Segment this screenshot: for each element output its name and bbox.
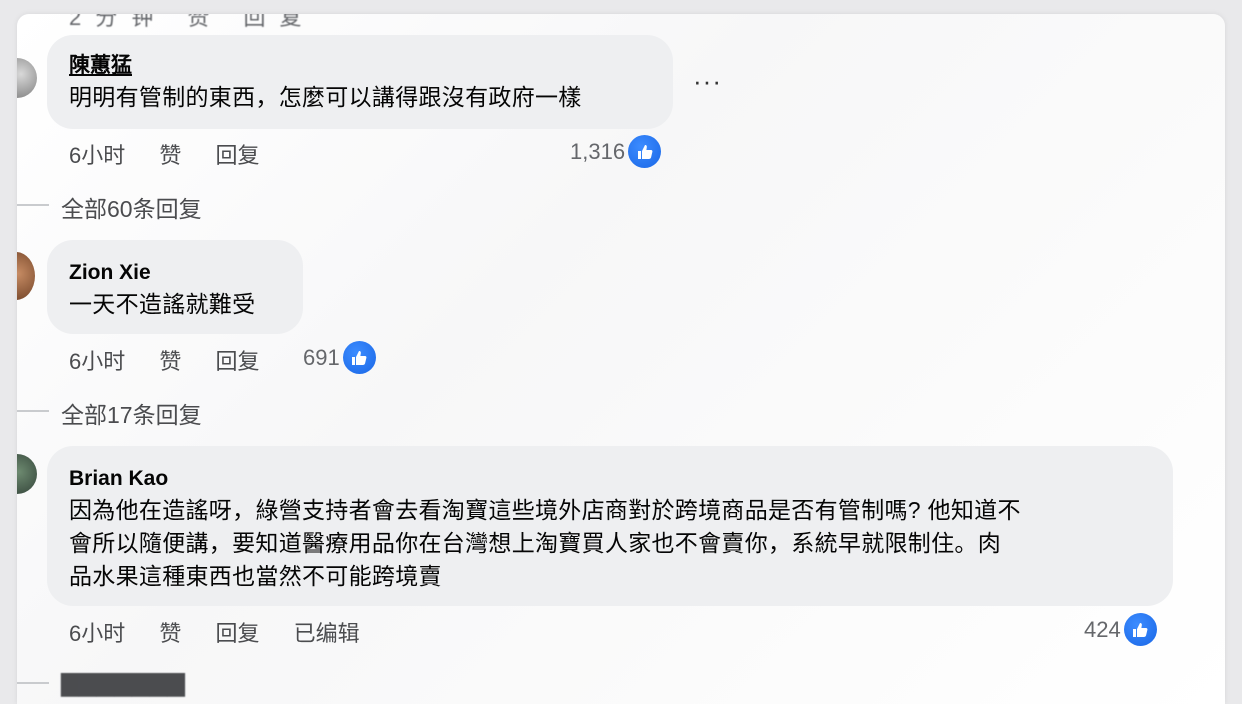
comment-author[interactable]: Brian Kao	[69, 464, 1151, 494]
reply-button[interactable]: 回复	[216, 143, 260, 168]
avatar[interactable]	[17, 58, 37, 98]
like-thumb-icon	[342, 341, 376, 374]
reaction-count[interactable]: 1,316	[570, 135, 662, 168]
comment-time: 6小时	[69, 621, 126, 646]
like-button[interactable]: 赞	[159, 621, 181, 646]
comment-time: 6小时	[69, 349, 126, 374]
reply-button[interactable]: 回复	[216, 621, 260, 646]
avatar[interactable]	[17, 454, 37, 494]
comment-bubble: Brian Kao 因為他在造謠呀，綠營支持者會去看淘寶這些境外店商對於跨境商品…	[47, 446, 1173, 606]
view-replies-link[interactable]: 全部60条回复	[61, 190, 202, 224]
comment-actions: 6小时 赞 回复	[69, 138, 288, 170]
thread-line	[17, 682, 49, 684]
comment-text-line: 會所以隨便講，要知道醫療用品你在台灣想上淘寶買人家也不會賣你，系統早就限制住。肉	[69, 530, 1001, 556]
comments-panel: 2分钟 赞 回复 陳蕙猛 明明有管制的東西，怎麼可以講得跟沒有政府一樣 ··· …	[17, 14, 1225, 704]
clipped-replies-link[interactable]: ▇▇▇▇▇▇▇	[61, 670, 185, 697]
like-count: 424	[1084, 616, 1121, 642]
like-thumb-icon	[628, 135, 662, 168]
comment-text-line: 品水果這種東西也當然不可能跨境賣	[69, 563, 442, 589]
comment-time: 6小时	[69, 143, 126, 168]
like-button[interactable]: 赞	[159, 349, 181, 374]
like-thumb-icon	[1123, 613, 1157, 646]
like-count: 691	[303, 344, 340, 370]
reaction-count[interactable]: 424	[1084, 613, 1157, 646]
view-replies-link[interactable]: 全部17条回复	[61, 396, 202, 430]
thread-line	[17, 204, 49, 206]
reaction-count[interactable]: 691	[303, 341, 376, 374]
like-count: 1,316	[570, 138, 626, 164]
avatar[interactable]	[17, 252, 35, 300]
comment-actions: 6小时 赞 回复 已编辑	[69, 616, 388, 648]
comment-text-line: 因為他在造謠呀，綠營支持者會去看淘寶這些境外店商對於跨境商品是否有管制嗎? 他知…	[69, 497, 1021, 523]
more-options-icon[interactable]: ···	[693, 66, 722, 97]
thread-line	[17, 410, 49, 412]
comment-text: 一天不造謠就難受	[69, 291, 256, 317]
like-button[interactable]: 赞	[159, 143, 181, 168]
comment-text: 明明有管制的東西，怎麼可以講得跟沒有政府一樣	[69, 84, 582, 110]
comment-author[interactable]: 陳蕙猛	[69, 51, 651, 81]
comment-bubble: 陳蕙猛 明明有管制的東西，怎麼可以講得跟沒有政府一樣	[47, 35, 673, 129]
clipped-previous-meta: 2分钟 赞 回复	[69, 14, 316, 30]
comment-actions: 6小时 赞 回复	[69, 344, 288, 376]
edited-indicator: 已编辑	[293, 621, 360, 646]
reply-button[interactable]: 回复	[216, 349, 260, 374]
comment-author[interactable]: Zion Xie	[69, 258, 281, 288]
comment-bubble: Zion Xie 一天不造謠就難受	[47, 240, 303, 334]
